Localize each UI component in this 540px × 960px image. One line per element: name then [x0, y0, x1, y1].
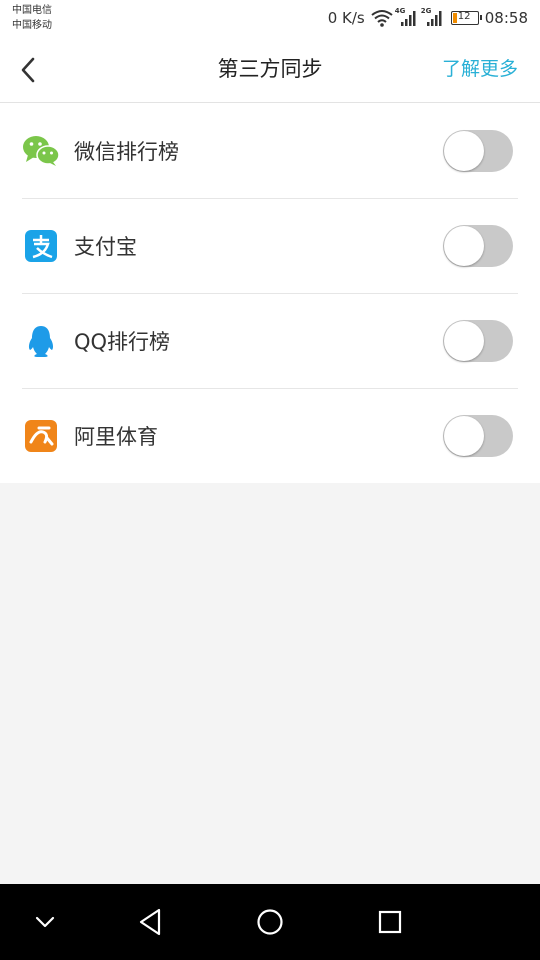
- net-type-2: 2G: [420, 7, 432, 15]
- toggle-knob: [444, 225, 484, 266]
- net-type-1: 4G: [394, 7, 406, 15]
- collapse-button[interactable]: [23, 900, 67, 944]
- battery-level: 12: [457, 11, 471, 22]
- qq-icon: [22, 322, 60, 360]
- ali-sports-icon: [22, 417, 60, 455]
- wechat-toggle[interactable]: [443, 129, 513, 172]
- signal-icon: 4G: [394, 7, 419, 27]
- alipay-icon: [22, 227, 60, 265]
- alipay-toggle[interactable]: [443, 224, 513, 267]
- carrier-1: 中国电信: [12, 5, 52, 16]
- ali-sports-toggle[interactable]: [443, 414, 513, 457]
- clock: 08:58: [484, 9, 528, 27]
- battery-icon: 12: [450, 11, 482, 25]
- status-bar: 中国电信 中国移动 0 K/s 4G 2G 12 08:58: [0, 0, 540, 37]
- list-item-ali-sports: 阿里体育: [0, 388, 540, 483]
- back-button[interactable]: [10, 52, 46, 88]
- item-label-ali-sports: 阿里体育: [74, 424, 158, 449]
- carrier-2: 中国移动: [12, 20, 52, 31]
- sync-list: 微信排行榜 支付宝 QQ排行榜 阿里体育: [0, 103, 540, 483]
- item-label-alipay: 支付宝: [74, 234, 137, 259]
- collapse-icon: [35, 916, 55, 928]
- carrier-info: 中国电信 中国移动: [12, 3, 52, 33]
- list-item-wechat: 微信排行榜: [0, 103, 540, 198]
- toggle-knob: [444, 130, 484, 171]
- nav-home-button[interactable]: [248, 900, 292, 944]
- list-item-alipay: 支付宝: [0, 198, 540, 293]
- net-speed: 0 K/s: [327, 9, 365, 27]
- wifi-icon: [371, 9, 393, 27]
- toggle-knob: [444, 415, 484, 456]
- wechat-icon: [22, 132, 60, 170]
- back-triangle-icon: [139, 908, 161, 936]
- home-circle-icon: [257, 909, 283, 935]
- qq-toggle[interactable]: [443, 319, 513, 362]
- recents-square-icon: [378, 910, 402, 934]
- toggle-knob: [444, 320, 484, 361]
- nav-back-button[interactable]: [128, 900, 172, 944]
- list-item-qq: QQ排行榜: [0, 293, 540, 388]
- chevron-left-icon: [21, 57, 35, 83]
- header: 第三方同步 了解更多: [0, 37, 540, 103]
- learn-more-link[interactable]: 了解更多: [442, 37, 518, 102]
- status-indicators: 0 K/s 4G 2G 12 08:58: [327, 7, 528, 28]
- nav-recents-button[interactable]: [368, 900, 412, 944]
- item-label-wechat: 微信排行榜: [74, 139, 179, 164]
- signal-icon: 2G: [420, 7, 445, 27]
- battery-fill: [452, 13, 457, 23]
- navigation-bar: [0, 884, 540, 960]
- item-label-qq: QQ排行榜: [74, 329, 171, 354]
